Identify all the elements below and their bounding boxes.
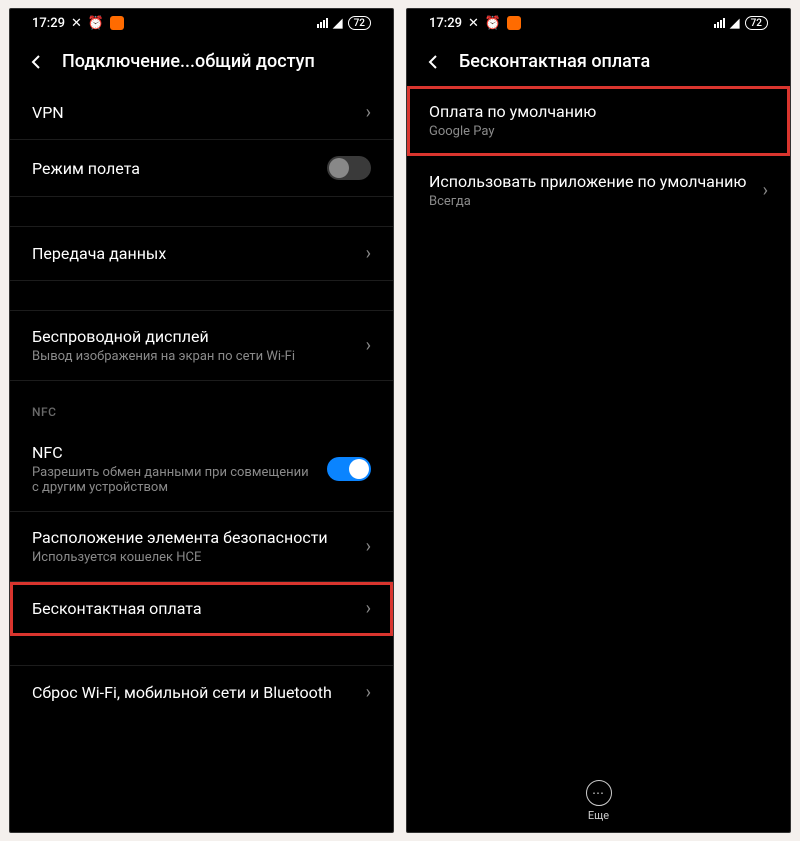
alarm-icon: ⏰: [88, 16, 104, 31]
phone-right: 17:29 ✕ ⏰ ◢ 72 Бесконтактная оплата Опла…: [406, 8, 791, 833]
chevron-right-icon: ›: [366, 682, 371, 703]
chevron-right-icon: ›: [366, 102, 371, 123]
item-subtitle: Разрешить обмен данными при совмещении с…: [32, 465, 317, 495]
item-contactless-payment[interactable]: Бесконтактная оплата ›: [10, 582, 393, 636]
item-secure-element[interactable]: Расположение элемента безопасности Испол…: [10, 512, 393, 582]
item-subtitle: Всегда: [429, 194, 753, 209]
more-icon: ⋯: [586, 780, 612, 806]
page-header: Бесконтактная оплата: [407, 37, 790, 86]
item-subtitle: Используется кошелек HCE: [32, 550, 356, 565]
item-vpn[interactable]: VPN ›: [10, 86, 393, 140]
item-label: Бесконтактная оплата: [32, 599, 356, 618]
item-label: Расположение элемента безопасности: [32, 528, 356, 547]
item-label: Передача данных: [32, 244, 356, 263]
signal-icon: [714, 18, 725, 28]
wifi-icon: ◢: [730, 16, 740, 31]
page-title: Бесконтактная оплата: [459, 51, 770, 72]
battery-indicator: 72: [348, 16, 371, 30]
back-button[interactable]: [24, 54, 48, 70]
item-label: Оплата по умолчанию: [429, 102, 758, 121]
alarm-icon: ⏰: [485, 16, 501, 31]
more-label: Еще: [588, 809, 609, 822]
airplane-toggle[interactable]: [327, 156, 371, 180]
chevron-right-icon: ›: [366, 243, 371, 264]
item-subtitle: Google Pay: [429, 124, 758, 139]
status-time: 17:29: [429, 16, 462, 31]
item-reset-network[interactable]: Сброс Wi-Fi, мобильной сети и Bluetooth …: [10, 666, 393, 719]
nfc-toggle[interactable]: [327, 457, 371, 481]
more-button[interactable]: ⋯ Еще: [407, 764, 790, 832]
item-label: VPN: [32, 103, 356, 122]
item-label: NFC: [32, 443, 317, 462]
page-header: Подключение...общий доступ: [10, 37, 393, 86]
item-wireless-display[interactable]: Беспроводной дисплей Вывод изображения н…: [10, 311, 393, 381]
item-subtitle: Вывод изображения на экран по сети Wi-Fi: [32, 349, 356, 364]
back-button[interactable]: [421, 54, 445, 70]
section-header-nfc: NFC: [10, 381, 393, 427]
wifi-icon: ◢: [333, 16, 343, 31]
chevron-right-icon: ›: [366, 598, 371, 619]
dnd-icon: ✕: [71, 16, 82, 31]
item-nfc[interactable]: NFC Разрешить обмен данными при совмещен…: [10, 427, 393, 512]
battery-indicator: 72: [745, 16, 768, 30]
item-label: Беспроводной дисплей: [32, 327, 356, 346]
chevron-right-icon: ›: [366, 536, 371, 557]
item-label: Сброс Wi-Fi, мобильной сети и Bluetooth: [32, 683, 356, 702]
status-bar: 17:29 ✕ ⏰ ◢ 72: [407, 9, 790, 37]
item-data-usage[interactable]: Передача данных ›: [10, 227, 393, 281]
app-indicator-icon: [110, 16, 124, 30]
settings-list: VPN › Режим полета Передача данных › Бес…: [10, 86, 393, 832]
item-default-payment[interactable]: Оплата по умолчанию Google Pay: [407, 86, 790, 156]
chevron-right-icon: ›: [366, 335, 371, 356]
status-bar: 17:29 ✕ ⏰ ◢ 72: [10, 9, 393, 37]
item-label: Режим полета: [32, 159, 317, 178]
item-use-default-app[interactable]: Использовать приложение по умолчанию Все…: [407, 156, 790, 225]
chevron-left-icon: [28, 54, 44, 70]
chevron-right-icon: ›: [763, 180, 768, 201]
phone-left: 17:29 ✕ ⏰ ◢ 72 Подключение...общий досту…: [9, 8, 394, 833]
chevron-left-icon: [425, 54, 441, 70]
app-indicator-icon: [507, 16, 521, 30]
dnd-icon: ✕: [468, 16, 479, 31]
page-title: Подключение...общий доступ: [62, 51, 373, 72]
item-airplane-mode[interactable]: Режим полета: [10, 140, 393, 197]
settings-list: Оплата по умолчанию Google Pay Использов…: [407, 86, 790, 832]
signal-icon: [317, 18, 328, 28]
item-label: Использовать приложение по умолчанию: [429, 172, 753, 191]
status-time: 17:29: [32, 16, 65, 31]
